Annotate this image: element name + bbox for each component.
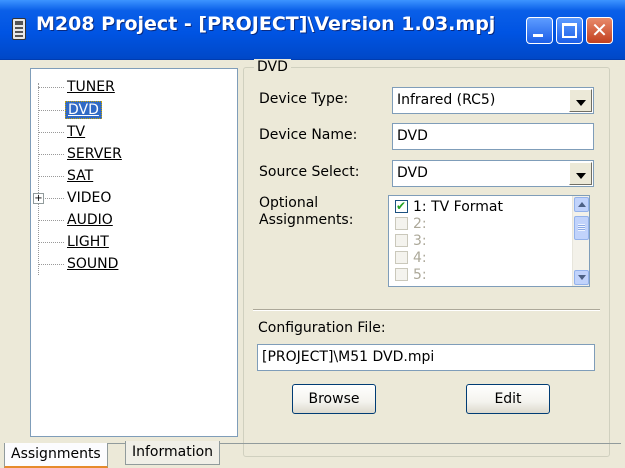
tree-item-tuner[interactable]: TUNER (38, 78, 117, 96)
tree-item-label: AUDIO (67, 212, 113, 228)
config-file-label: Configuration File: (258, 320, 386, 336)
checkbox-icon (395, 251, 408, 264)
assignment-item-4: 4: (395, 250, 427, 267)
minimize-icon (533, 34, 543, 37)
edit-button[interactable]: Edit (466, 384, 550, 414)
remote-control-icon[interactable] (12, 18, 26, 40)
assignment-text: 3: (413, 233, 427, 249)
optional-assignments-list[interactable]: 1: TV Format 2: 3: 4: 5: (388, 195, 590, 287)
checkbox-icon (395, 268, 408, 281)
client-area: TUNER DVD TV SERVER SAT VIDEO + AUDIO LI (4, 59, 621, 468)
assignment-text: 1: TV Format (413, 199, 503, 215)
tree-item-label: TUNER (67, 79, 115, 95)
tree-item-sound[interactable]: SOUND (38, 255, 120, 273)
device-name-value: DVD (397, 128, 428, 144)
tree-item-label: LIGHT (67, 234, 109, 250)
assignment-item-2: 2: (395, 216, 427, 233)
checkbox-icon (395, 234, 408, 247)
minimize-button[interactable] (526, 17, 553, 44)
device-tree[interactable]: TUNER DVD TV SERVER SAT VIDEO + AUDIO LI (30, 68, 238, 437)
assignment-item-3: 3: (395, 233, 427, 250)
source-select-dropdown[interactable]: DVD (392, 160, 594, 187)
tree-item-server[interactable]: SERVER (38, 145, 124, 163)
tree-item-label: DVD (65, 101, 102, 119)
vertical-scrollbar[interactable] (572, 196, 589, 286)
tree-item-dvd[interactable]: DVD (38, 101, 102, 119)
config-file-value: [PROJECT]\M51 DVD.mpi (262, 349, 435, 365)
assignment-text: 4: (413, 250, 427, 266)
tree-item-video[interactable]: VIDEO (38, 189, 113, 207)
tree-item-light[interactable]: LIGHT (38, 233, 111, 251)
chevron-down-icon[interactable] (569, 89, 592, 112)
assignment-text: 5: (413, 267, 427, 283)
tree-item-label: VIDEO (67, 190, 112, 206)
assignment-text: 2: (413, 216, 427, 232)
tree-item-sat[interactable]: SAT (38, 167, 95, 185)
source-select-label: Source Select: (259, 164, 360, 180)
device-type-value: Infrared (RC5) (397, 92, 496, 108)
expand-plus-icon[interactable]: + (33, 193, 44, 204)
tree-item-label: TV (67, 124, 86, 140)
title-bar[interactable]: M208 Project - [PROJECT]\Version 1.03.mp… (0, 0, 625, 60)
source-select-value: DVD (397, 165, 428, 181)
tree-item-tv[interactable]: TV (38, 123, 87, 141)
chevron-down-icon[interactable] (569, 162, 592, 185)
maximize-button[interactable] (556, 17, 583, 44)
config-file-input[interactable]: [PROJECT]\M51 DVD.mpi (257, 344, 595, 371)
maximize-icon (562, 23, 577, 38)
device-name-label: Device Name: (259, 127, 358, 143)
close-button[interactable]: ✕ (586, 17, 613, 44)
tree-item-label: SAT (67, 168, 94, 184)
tab-information[interactable]: Information (125, 441, 221, 465)
browse-button[interactable]: Browse (292, 384, 376, 414)
window-title: M208 Project - [PROJECT]\Version 1.03.mp… (36, 13, 496, 35)
tree-item-audio[interactable]: AUDIO (38, 211, 115, 229)
assignment-item-1[interactable]: 1: TV Format (395, 198, 503, 216)
device-name-input[interactable]: DVD (392, 123, 594, 150)
tab-assignments[interactable]: Assignments (4, 443, 108, 468)
optional-assignments-label-2: Assignments: (259, 212, 354, 228)
scroll-thumb[interactable] (574, 216, 589, 240)
scroll-down-icon[interactable] (574, 270, 589, 285)
device-type-select[interactable]: Infrared (RC5) (392, 87, 594, 114)
close-icon: ✕ (591, 18, 608, 42)
device-type-label: Device Type: (259, 91, 349, 107)
checkbox-icon (395, 217, 408, 230)
checkbox-checked-icon[interactable] (395, 198, 408, 214)
assignment-item-5: 5: (395, 267, 427, 284)
optional-assignments-label-1: Optional (259, 195, 319, 211)
scroll-up-icon[interactable] (574, 197, 589, 212)
tree-item-label: SOUND (67, 256, 119, 272)
application-window: M208 Project - [PROJECT]\Version 1.03.mp… (0, 0, 625, 468)
section-divider (253, 309, 600, 311)
tree-item-label: SERVER (67, 146, 122, 162)
group-title: DVD (254, 59, 291, 75)
